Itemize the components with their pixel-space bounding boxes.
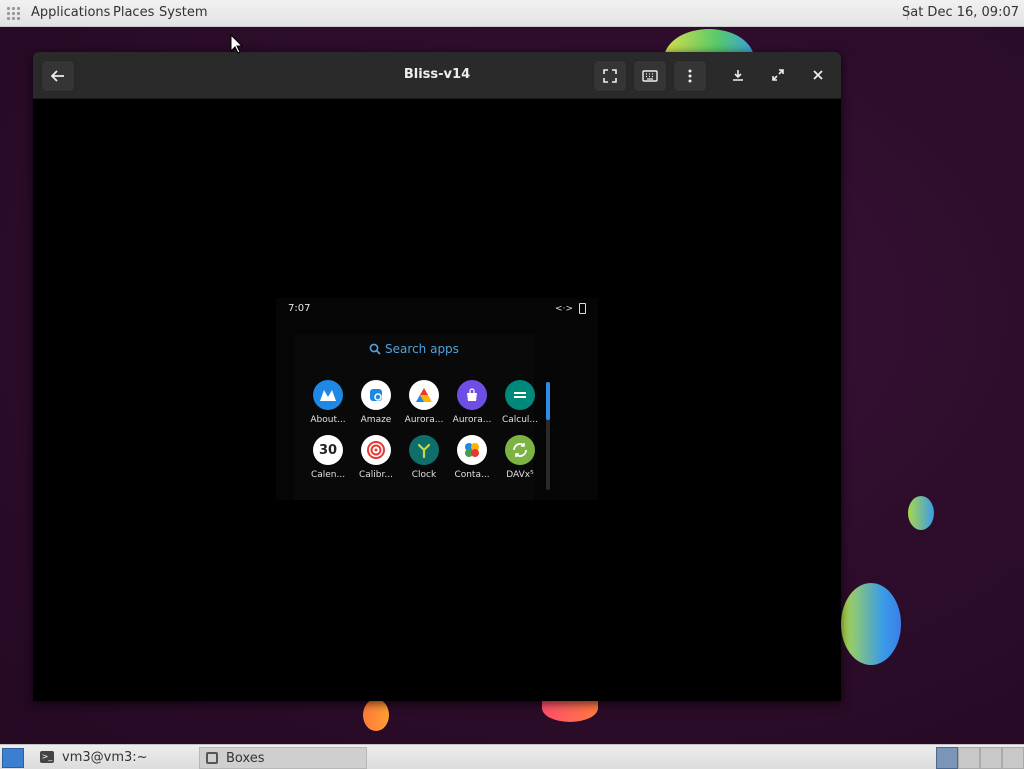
workspace-3[interactable] xyxy=(980,747,1002,769)
app-aurora-store[interactable]: Aurora... xyxy=(448,380,496,425)
boxes-icon xyxy=(206,752,218,764)
maximize-button[interactable] xyxy=(762,60,794,90)
search-icon xyxy=(369,343,381,355)
app-contacts[interactable]: Conta... xyxy=(448,435,496,480)
wallpaper-blob xyxy=(363,699,389,731)
fullscreen-icon xyxy=(603,69,617,83)
drawer-scrollbar[interactable] xyxy=(546,382,550,490)
aurora-droid-icon xyxy=(409,380,439,410)
app-about[interactable]: About... xyxy=(304,380,352,425)
download-button[interactable] xyxy=(722,60,754,90)
app-calibration[interactable]: Calibr... xyxy=(352,435,400,480)
calculator-icon xyxy=(505,380,535,410)
ethernet-icon: <·> xyxy=(555,303,573,314)
wallpaper-blob xyxy=(841,583,901,665)
show-desktop-button[interactable] xyxy=(2,748,24,768)
wallpaper-blob xyxy=(908,496,934,530)
task-terminal[interactable]: >_ vm3@vm3:~ xyxy=(34,747,198,767)
bottom-taskbar: >_ vm3@vm3:~ Boxes xyxy=(0,744,1024,769)
davx-icon xyxy=(505,435,535,465)
task-boxes[interactable]: Boxes xyxy=(199,747,367,769)
calibration-icon xyxy=(361,435,391,465)
app-calendar[interactable]: 30 Calen... xyxy=(304,435,352,480)
search-apps-bar[interactable]: Search apps xyxy=(294,342,534,356)
app-label: DAVx⁵ xyxy=(506,470,534,480)
keyboard-icon xyxy=(642,70,658,82)
menu-applications[interactable]: Applications xyxy=(31,5,110,20)
kebab-menu-icon xyxy=(688,69,692,83)
about-icon xyxy=(313,380,343,410)
close-icon xyxy=(813,70,823,80)
close-button[interactable] xyxy=(802,60,834,90)
window-title: Bliss-v14 xyxy=(403,67,471,82)
android-status-time: 7:07 xyxy=(288,303,311,314)
workspace-4[interactable] xyxy=(1002,747,1024,769)
app-label: Aurora... xyxy=(404,415,444,425)
app-label: Calcul... xyxy=(501,415,539,425)
menu-button[interactable] xyxy=(673,60,707,92)
window-headerbar: Bliss-v14 xyxy=(33,52,841,99)
task-label: vm3@vm3:~ xyxy=(62,749,148,765)
app-label: Calibr... xyxy=(359,470,393,480)
contacts-icon xyxy=(457,435,487,465)
drawer-scrollbar-thumb[interactable] xyxy=(546,382,550,420)
workspace-1[interactable] xyxy=(936,747,958,769)
app-label: Calen... xyxy=(310,470,346,480)
app-label: Aurora... xyxy=(452,415,492,425)
app-amaze[interactable]: Amaze xyxy=(352,380,400,425)
vm-display[interactable]: 7:07 <·> Search apps About... Amaze Auro… xyxy=(276,298,598,500)
mouse-cursor-icon xyxy=(230,34,244,54)
top-panel: Applications Places System Sat Dec 16, 0… xyxy=(0,0,1024,27)
task-label: Boxes xyxy=(226,750,265,766)
amaze-icon xyxy=(361,380,391,410)
download-icon xyxy=(733,70,743,81)
app-label: Conta... xyxy=(454,470,490,480)
terminal-icon: >_ xyxy=(40,751,54,763)
maximize-icon xyxy=(772,69,784,81)
boxes-window: Bliss-v14 7:07 <·> Search apps About... … xyxy=(33,52,841,701)
clock-icon xyxy=(409,435,439,465)
app-davx[interactable]: DAVx⁵ xyxy=(496,435,544,480)
app-label: Clock xyxy=(411,470,437,480)
menu-places[interactable]: Places xyxy=(113,5,154,20)
app-aurora-droid[interactable]: Aurora... xyxy=(400,380,448,425)
keyboard-button[interactable] xyxy=(633,60,667,92)
aurora-store-icon xyxy=(457,380,487,410)
app-label: About... xyxy=(310,415,346,425)
app-clock[interactable]: Clock xyxy=(400,435,448,480)
apps-grid-icon[interactable] xyxy=(7,7,20,20)
menu-system[interactable]: System xyxy=(159,5,207,20)
app-label: Amaze xyxy=(360,415,392,425)
android-status-icons: <·> xyxy=(555,303,586,314)
battery-icon xyxy=(579,303,586,314)
app-calculator[interactable]: Calcul... xyxy=(496,380,544,425)
search-apps-label: Search apps xyxy=(385,342,459,356)
app-drawer: Search apps About... Amaze Aurora... Aur… xyxy=(294,334,538,500)
calendar-icon: 30 xyxy=(313,435,343,465)
fullscreen-button[interactable] xyxy=(593,60,627,92)
workspace-2[interactable] xyxy=(958,747,980,769)
panel-clock[interactable]: Sat Dec 16, 09:07 xyxy=(902,5,1019,20)
